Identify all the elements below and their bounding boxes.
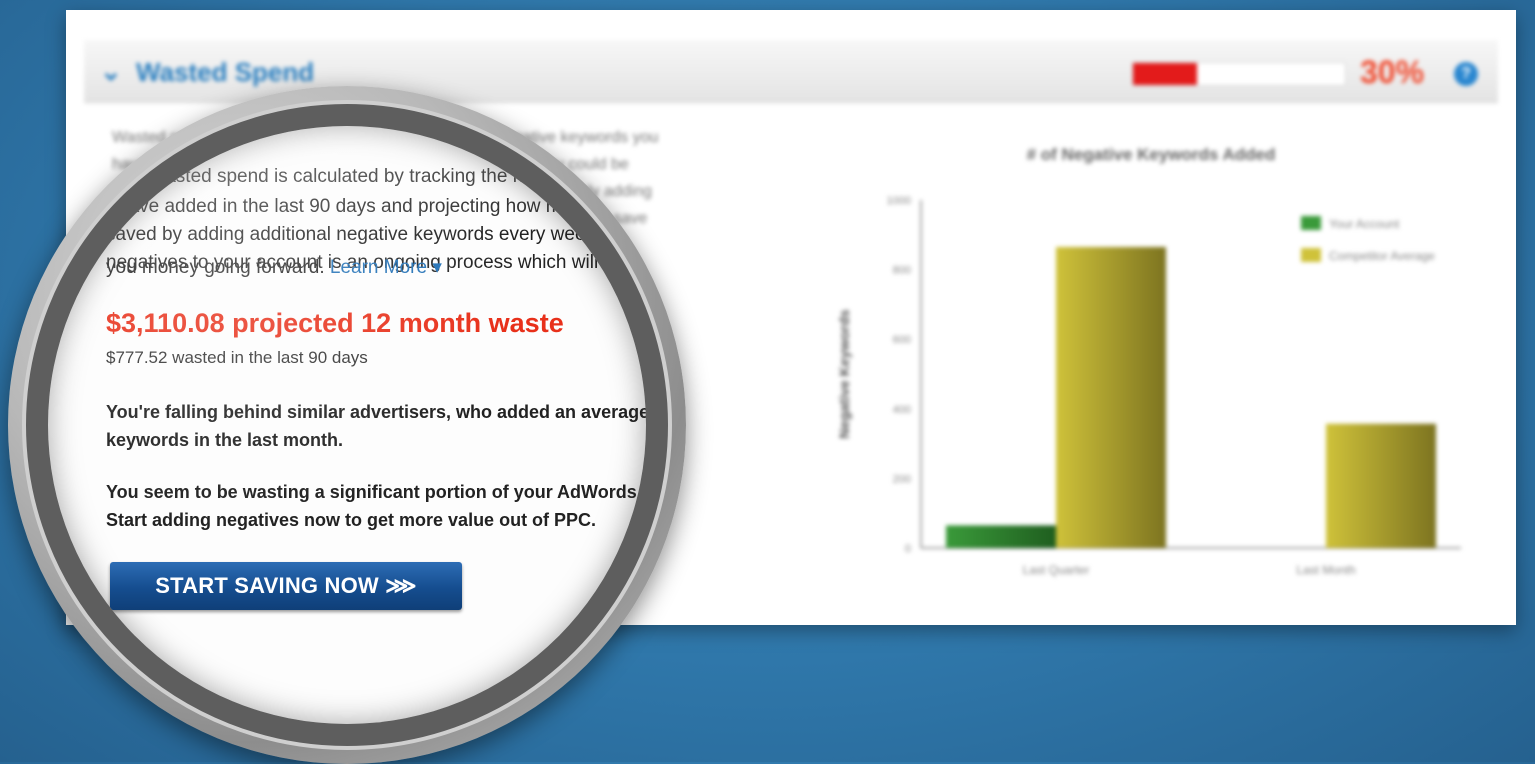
waste-percent: 30% xyxy=(1360,54,1425,90)
x-tick-label: Last Quarter xyxy=(1023,563,1090,577)
y-tick-label: 0 xyxy=(905,543,911,555)
wasting-line: You seem to be wasting a significant por… xyxy=(106,482,646,502)
magnifier-lens: Wasted spend is calculated by tracking t… xyxy=(48,126,646,724)
description-line: Wasted spend is calculated by tracking t… xyxy=(148,166,646,187)
y-tick-label: 400 xyxy=(893,404,911,416)
behind-line: keywords in the last month. xyxy=(106,430,344,450)
y-tick-label: 1000 xyxy=(887,195,911,207)
y-axis-label: Negative Keywords xyxy=(836,309,852,438)
bar-competitor-average xyxy=(1056,246,1166,548)
legend-label: Competitor Average xyxy=(1329,249,1435,263)
description-line: you money going forward. xyxy=(106,257,325,278)
waste-progress-fill xyxy=(1133,63,1197,85)
wasted-last-90-days: $777.52 wasted in the last 90 days xyxy=(106,348,368,367)
card-title[interactable]: Wasted Spend xyxy=(136,57,314,88)
legend-swatch xyxy=(1301,248,1321,262)
learn-more-link[interactable]: Learn More ▾ xyxy=(330,257,442,278)
chart-title: # of Negative Keywords Added xyxy=(1027,145,1276,164)
description-line: have added in the last 90 days and proje… xyxy=(118,196,646,217)
y-tick-label: 600 xyxy=(893,334,911,346)
y-tick-label: 200 xyxy=(893,473,911,485)
negative-keywords-chart: # of Negative Keywords Added Negative Key… xyxy=(781,130,1481,590)
legend-label: Your Account xyxy=(1329,217,1400,231)
waste-progress-bar xyxy=(1132,62,1346,86)
help-icon[interactable]: ? xyxy=(1454,62,1478,86)
x-tick-label: Last Month xyxy=(1296,563,1355,577)
bar-competitor-average xyxy=(1326,423,1436,548)
description-closing: you money going forward. Learn More ▾ xyxy=(106,256,442,279)
wasting-line: Start adding negatives now to get more v… xyxy=(106,510,597,530)
chart-svg: # of Negative Keywords Added Negative Key… xyxy=(836,145,1461,577)
projected-waste: $3,110.08 projected 12 month waste xyxy=(106,308,564,338)
bar-your-account xyxy=(946,525,1056,548)
start-saving-now-button[interactable]: START SAVING NOW ⋙ xyxy=(110,562,462,610)
description-line: saved by adding additional negative keyw… xyxy=(106,224,646,245)
chevron-down-icon[interactable]: ⌄ xyxy=(100,56,122,87)
legend-swatch xyxy=(1301,216,1321,230)
y-tick-label: 800 xyxy=(893,265,911,277)
behind-line: You're falling behind similar advertiser… xyxy=(106,402,646,422)
